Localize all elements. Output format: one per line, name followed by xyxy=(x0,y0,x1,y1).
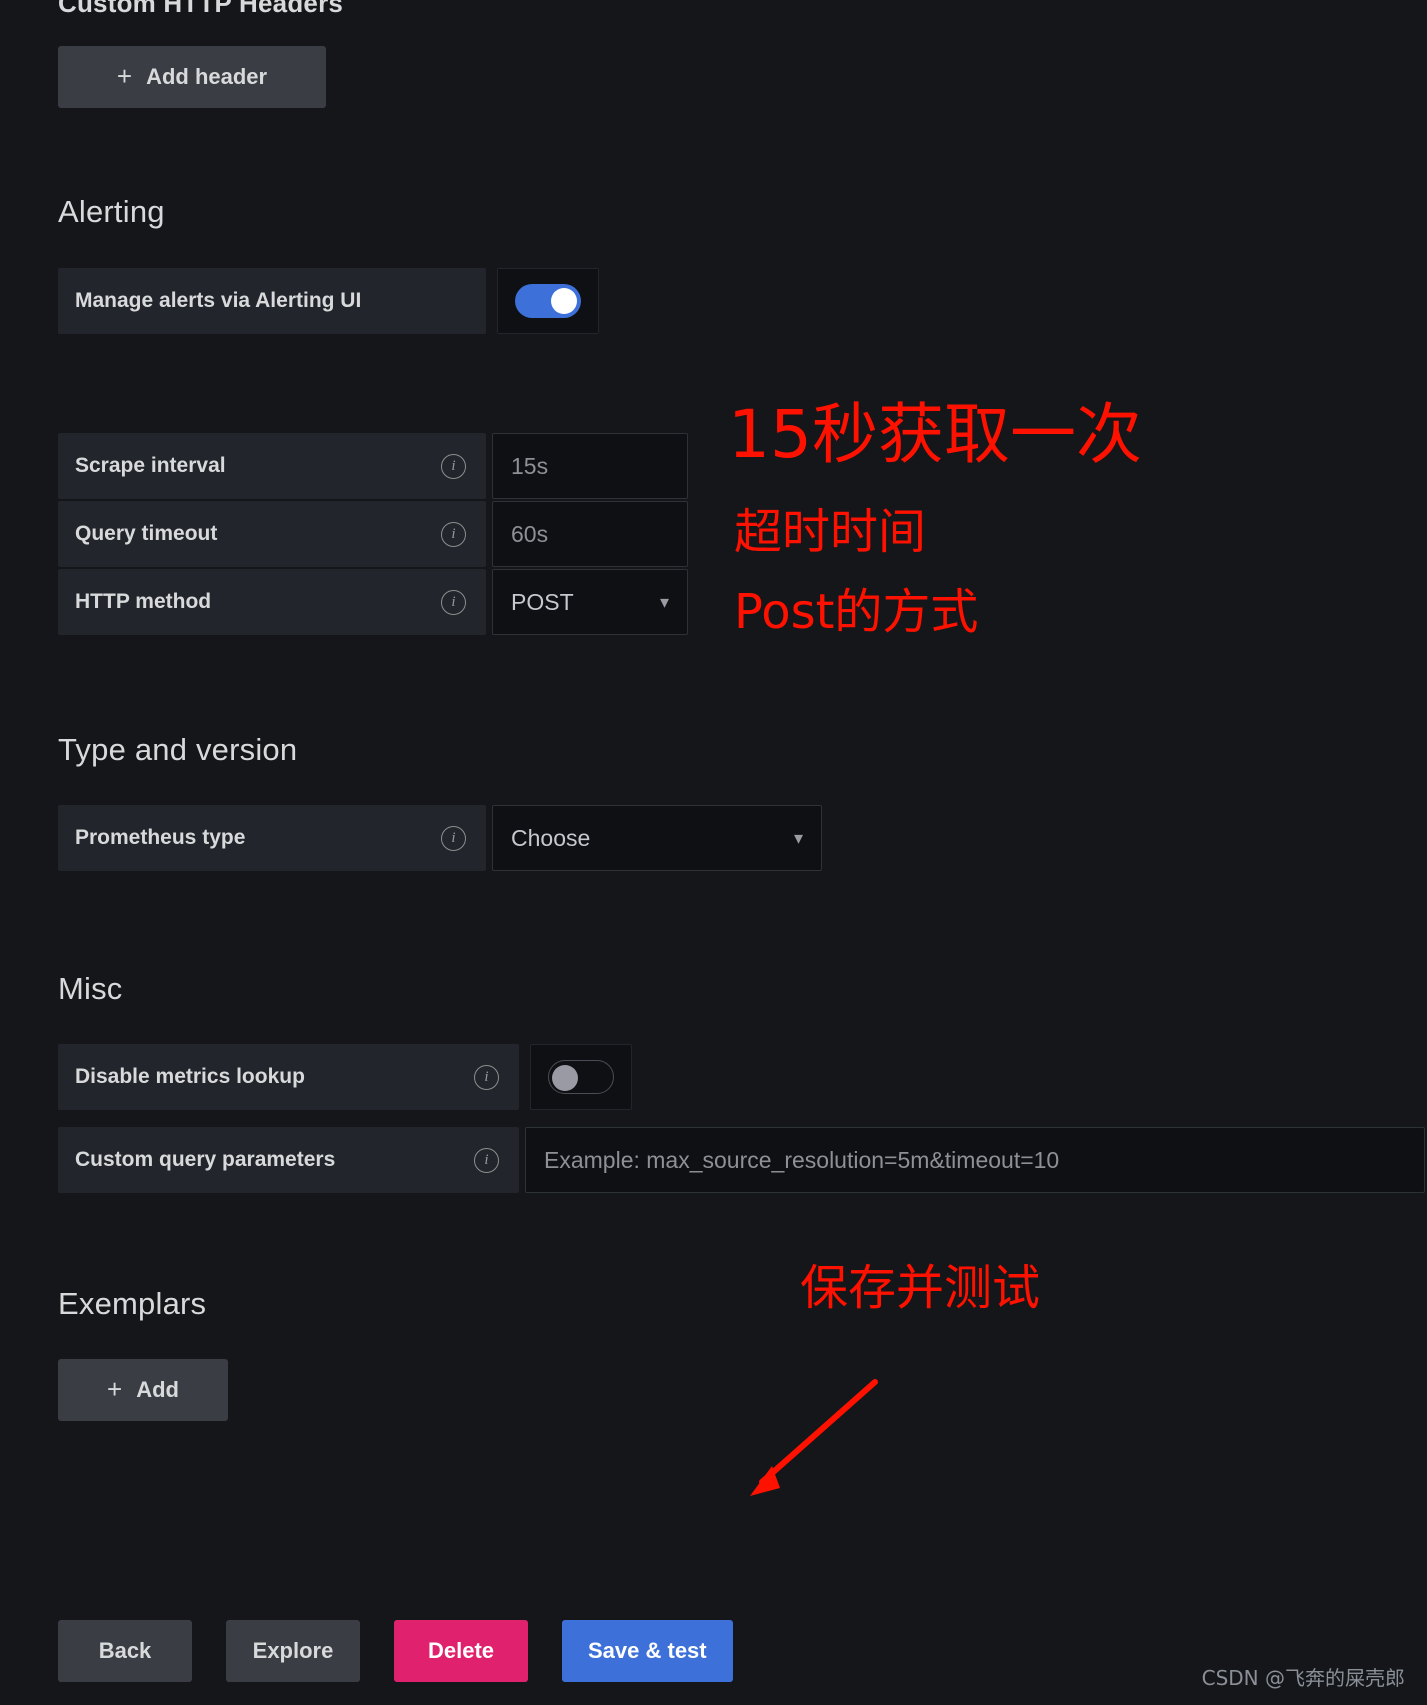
manage-alerts-label-box: Manage alerts via Alerting UI xyxy=(58,268,486,334)
manage-alerts-label: Manage alerts via Alerting UI xyxy=(75,289,362,312)
info-icon[interactable]: i xyxy=(441,453,466,479)
back-label: Back xyxy=(98,1638,152,1663)
http-method-label-box: HTTP method i xyxy=(58,569,486,635)
query-timeout-row: Query timeout i 60s xyxy=(58,501,688,567)
manage-alerts-toggle[interactable] xyxy=(497,268,599,334)
toggle-switch-on xyxy=(515,284,581,318)
plus-icon: + xyxy=(116,61,133,91)
explore-label: Explore xyxy=(252,1638,334,1663)
delete-button[interactable]: Delete xyxy=(394,1620,528,1682)
scrape-interval-value: 15s xyxy=(511,452,549,479)
query-timeout-label: Query timeout xyxy=(75,522,218,545)
add-header-button[interactable]: + Add header xyxy=(58,46,326,108)
http-method-row: HTTP method i POST ▾ xyxy=(58,569,688,635)
explore-button[interactable]: Explore xyxy=(226,1620,360,1682)
plus-icon: + xyxy=(107,1374,123,1404)
misc-heading: Misc xyxy=(58,971,123,1006)
prometheus-type-value: Choose xyxy=(511,824,591,851)
exemplars-heading: Exemplars xyxy=(58,1286,207,1321)
http-method-select[interactable]: POST ▾ xyxy=(492,569,688,635)
custom-query-parameters-input[interactable]: Example: max_source_resolution=5m&timeou… xyxy=(525,1127,1425,1193)
csdn-watermark: CSDN @飞奔的屎壳郎 xyxy=(1201,1666,1405,1690)
disable-metrics-lookup-toggle[interactable] xyxy=(530,1044,632,1110)
add-header-label: Add header xyxy=(146,64,268,89)
save-and-test-label: Save & test xyxy=(588,1638,707,1663)
disable-metrics-lookup-row: Disable metrics lookup i xyxy=(58,1044,632,1110)
disable-metrics-lookup-label-box: Disable metrics lookup i xyxy=(58,1044,519,1110)
custom-query-parameters-row: Custom query parameters i Example: max_s… xyxy=(58,1127,1425,1193)
info-icon[interactable]: i xyxy=(474,1147,499,1173)
scrape-interval-label: Scrape interval xyxy=(75,454,226,477)
annotation-save-and-test: 保存并测试 xyxy=(800,1260,1041,1316)
info-icon[interactable]: i xyxy=(441,825,466,851)
prometheus-type-label-box: Prometheus type i xyxy=(58,805,486,871)
scrape-interval-input[interactable]: 15s xyxy=(492,433,688,499)
annotation-http-method: Post的方式 xyxy=(734,584,979,640)
annotation-arrow-icon xyxy=(750,1379,878,1496)
query-timeout-value: 60s xyxy=(511,520,549,547)
alerting-heading: Alerting xyxy=(58,194,165,229)
custom-query-parameters-placeholder: Example: max_source_resolution=5m&timeou… xyxy=(544,1146,1060,1173)
toggle-knob xyxy=(552,1065,578,1091)
save-and-test-button[interactable]: Save & test xyxy=(562,1620,733,1682)
disable-metrics-lookup-label: Disable metrics lookup xyxy=(75,1065,305,1088)
custom-http-headers-heading: Custom HTTP Headers xyxy=(58,0,344,18)
delete-label: Delete xyxy=(427,1638,495,1663)
toggle-knob xyxy=(551,288,577,314)
chevron-down-icon: ▾ xyxy=(793,827,803,848)
add-exemplar-button[interactable]: + Add xyxy=(58,1359,228,1421)
prometheus-type-label: Prometheus type xyxy=(75,826,246,849)
scrape-interval-label-box: Scrape interval i xyxy=(58,433,486,499)
footer-button-bar: Back Explore Delete Save & test xyxy=(58,1620,733,1682)
add-exemplar-label: Add xyxy=(136,1377,179,1402)
custom-query-parameters-label: Custom query parameters xyxy=(75,1148,336,1171)
query-timeout-label-box: Query timeout i xyxy=(58,501,486,567)
prometheus-type-row: Prometheus type i Choose ▾ xyxy=(58,805,822,871)
datasource-settings-page: Custom HTTP Headers + Add header Alertin… xyxy=(0,0,1427,1705)
type-and-version-heading: Type and version xyxy=(58,732,298,767)
chevron-down-icon: ▾ xyxy=(659,591,669,612)
manage-alerts-row: Manage alerts via Alerting UI xyxy=(58,268,599,334)
toggle-switch-off xyxy=(548,1060,614,1094)
info-icon[interactable]: i xyxy=(441,521,466,547)
scrape-interval-row: Scrape interval i 15s xyxy=(58,433,688,499)
info-icon[interactable]: i xyxy=(474,1064,499,1090)
intervals-group: Scrape interval i 15s Query timeout i 60… xyxy=(58,433,688,637)
annotation-query-timeout: 超时时间 xyxy=(734,504,927,560)
info-icon[interactable]: i xyxy=(441,589,466,615)
custom-query-parameters-label-box: Custom query parameters i xyxy=(58,1127,519,1193)
http-method-value: POST xyxy=(511,588,574,615)
query-timeout-input[interactable]: 60s xyxy=(492,501,688,567)
http-method-label: HTTP method xyxy=(75,590,212,613)
prometheus-type-select[interactable]: Choose ▾ xyxy=(492,805,822,871)
back-button[interactable]: Back xyxy=(58,1620,192,1682)
annotation-scrape-interval: 15秒获取一次 xyxy=(728,396,1142,473)
